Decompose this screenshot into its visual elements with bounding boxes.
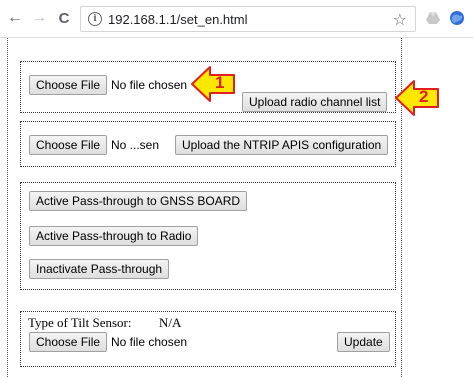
choose-file-ntrip-button[interactable]: Choose File xyxy=(29,135,108,155)
tilt-file-status: No file chosen xyxy=(111,335,188,349)
back-arrow-icon[interactable]: ← xyxy=(6,9,24,27)
upload-radio-channel-list-button[interactable]: Upload radio channel list xyxy=(242,92,388,112)
callout-arrow-1 xyxy=(191,66,235,102)
radio-file-status: No file chosen xyxy=(111,78,188,92)
info-icon[interactable]: i xyxy=(88,12,102,26)
tilt-sensor-type-label: Type of Tilt Sensor: xyxy=(28,315,132,330)
forward-arrow-icon[interactable]: → xyxy=(30,9,48,27)
extension-drive-icon[interactable] xyxy=(425,10,441,26)
browser-toolbar: ← → C i 192.168.1.1/set_en.html ☆ xyxy=(0,0,473,38)
ntrip-file-status: No ...sen xyxy=(111,138,160,152)
url-text[interactable]: 192.168.1.1/set_en.html xyxy=(108,12,248,27)
update-button[interactable]: Update xyxy=(337,332,390,352)
extension-globe-icon[interactable] xyxy=(449,10,465,26)
tilt-sensor-type-value: N/A xyxy=(159,315,182,330)
callout-arrow-2 xyxy=(395,80,439,116)
upload-ntrip-configuration-button[interactable]: Upload the NTRIP APIS configuration xyxy=(175,135,389,155)
active-passthrough-radio-button[interactable]: Active Pass-through to Radio xyxy=(29,226,199,246)
choose-file-tilt-button[interactable]: Choose File xyxy=(29,332,108,352)
bookmark-star-icon[interactable]: ☆ xyxy=(393,10,407,30)
active-passthrough-gnss-button[interactable]: Active Pass-through to GNSS BOARD xyxy=(29,191,248,211)
callout-number-1: 1 xyxy=(215,73,225,92)
reload-icon[interactable]: C xyxy=(55,9,73,27)
inactivate-passthrough-button[interactable]: Inactivate Pass-through xyxy=(29,259,170,279)
address-bar[interactable]: i 192.168.1.1/set_en.html ☆ xyxy=(80,6,416,32)
choose-file-radio-button[interactable]: Choose File xyxy=(29,75,108,95)
page-border-left xyxy=(7,38,8,377)
callout-number-2: 2 xyxy=(419,87,429,106)
